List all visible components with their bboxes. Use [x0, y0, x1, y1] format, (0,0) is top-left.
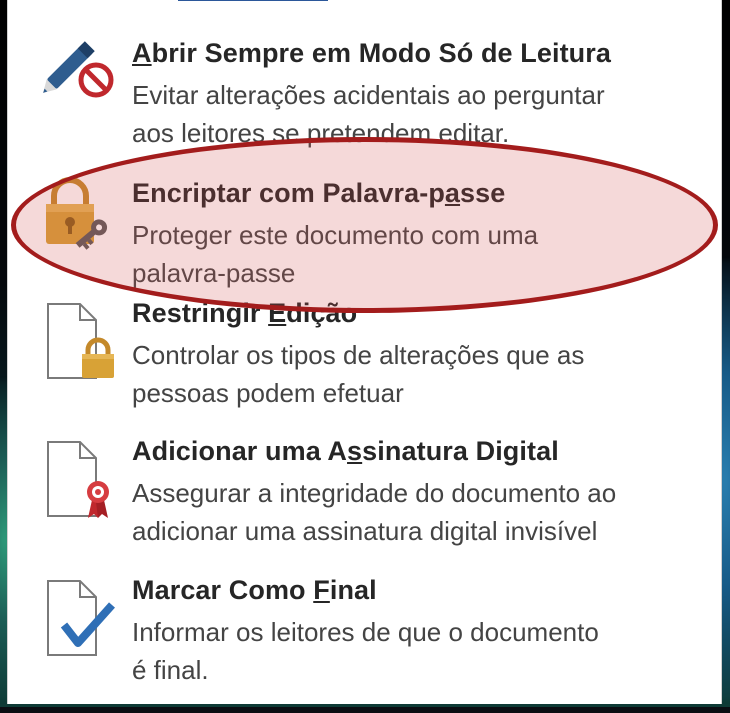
document-check-icon — [42, 579, 122, 659]
menu-item-restrict-editing[interactable]: Restringir Edição Controlar os tipos de … — [8, 296, 721, 436]
menu-item-title: Marcar Como Final — [132, 575, 377, 605]
menu-item-title: Encriptar com Palavra-passe — [132, 178, 506, 208]
menu-item-description: Controlar os tipos de alterações que as … — [132, 340, 585, 408]
menu-item-description: Informar os leitores de que o documento … — [132, 617, 599, 685]
document-lock-icon — [42, 302, 122, 382]
menu-item-encrypt-with-password[interactable]: Encriptar com Palavra-passe Proteger est… — [8, 156, 721, 296]
menu-item-mark-as-final[interactable]: Marcar Como Final Informar os leitores d… — [8, 573, 721, 713]
menu-item-description: Proteger este documento com uma palavra-… — [132, 220, 539, 288]
menu-button-accent — [178, 0, 328, 1]
menu-item-title: Adicionar uma Assinatura Digital — [132, 436, 559, 466]
lock-key-icon — [38, 174, 118, 254]
menu-item-description: Assegurar a integridade do documento ao … — [132, 478, 617, 546]
menu-item-always-open-read-only[interactable]: Abrir Sempre em Modo Só de Leitura Evita… — [8, 16, 721, 156]
menu-item-title: Restringir Edição — [132, 298, 358, 328]
menu-item-add-digital-signature[interactable]: Adicionar uma Assinatura Digital Assegur… — [8, 434, 721, 574]
menu-item-description: Evitar alterações acidentais ao pergunta… — [132, 80, 605, 148]
protect-document-menu: Abrir Sempre em Modo Só de Leitura Evita… — [7, 0, 722, 704]
menu-item-title: Abrir Sempre em Modo Só de Leitura — [132, 38, 611, 68]
pen-prohibited-icon — [36, 26, 116, 106]
document-ribbon-icon — [42, 440, 122, 520]
